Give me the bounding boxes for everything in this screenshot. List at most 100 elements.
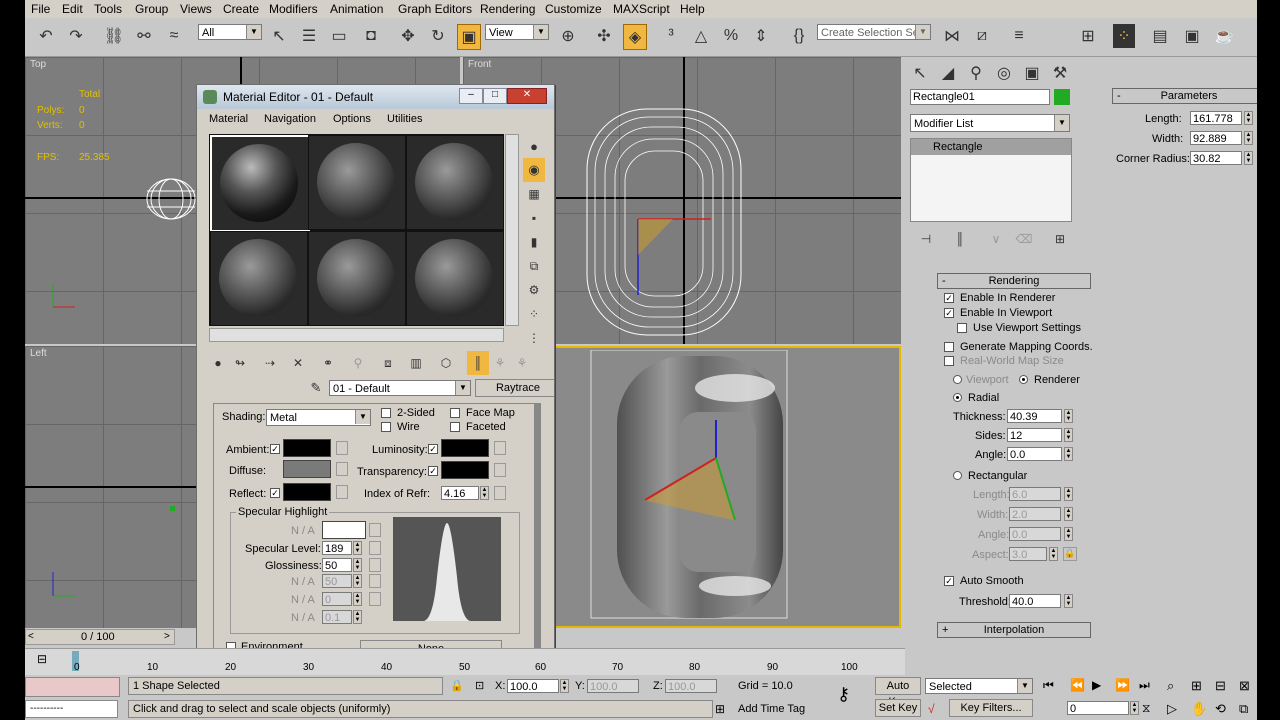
sample-slot-1[interactable] — [210, 135, 310, 232]
time-config-icon[interactable]: ⧖ — [1142, 701, 1150, 716]
snaps-toggle-icon[interactable]: ³ — [660, 24, 682, 48]
width-spinner[interactable]: 92.889 — [1190, 131, 1242, 145]
eyedropper-icon[interactable]: ✎ — [305, 376, 327, 400]
menu-navigation[interactable]: Navigation — [264, 113, 316, 125]
maxscript-listener-white[interactable]: ---------- — [25, 700, 118, 718]
menu-utilities[interactable]: Utilities — [387, 113, 422, 125]
layer-manager-icon[interactable]: ≡ — [1008, 24, 1030, 48]
play-icon[interactable]: ▶ — [1092, 678, 1101, 692]
angle-spinner-arrows[interactable]: ▲ ▼ — [1064, 447, 1073, 461]
transparency-map-button[interactable] — [494, 463, 506, 477]
window-crossing-icon[interactable]: ◘ — [360, 24, 382, 48]
x-coordinate-arrows[interactable]: ▲ ▼ — [560, 679, 569, 693]
menu-group[interactable]: Group — [135, 2, 168, 16]
thickness-spinner[interactable]: 40.39 — [1007, 409, 1062, 423]
faceted-checkbox[interactable] — [450, 422, 460, 432]
luminosity-checkbox[interactable]: ✓ — [428, 444, 438, 454]
menu-file[interactable]: File — [31, 2, 50, 16]
auto-smooth-checkbox[interactable]: ✓ — [944, 576, 954, 586]
aspect-lock-icon[interactable]: 🔒 — [1063, 547, 1077, 561]
manipulate-icon[interactable]: ✣ — [593, 24, 615, 48]
two-sided-checkbox[interactable] — [381, 408, 391, 418]
keyboard-shortcut-override-icon[interactable]: ◈ — [623, 24, 647, 50]
reflect-color-swatch[interactable] — [283, 483, 331, 501]
edit-named-selection-icon[interactable]: {} — [788, 24, 810, 48]
options-icon[interactable]: ⚙ — [523, 278, 545, 302]
zoom-extents-all-icon[interactable]: ⊠ — [1239, 678, 1250, 694]
reflect-checkbox[interactable]: ✓ — [270, 488, 280, 498]
glossiness-spinner[interactable]: 50 — [322, 558, 352, 572]
modifier-list-dropdown[interactable]: Modifier List ▼ — [910, 114, 1070, 132]
use-viewport-settings-checkbox[interactable] — [957, 323, 967, 333]
sample-uv-tiling-icon[interactable]: ▪ — [523, 206, 545, 230]
enable-in-viewport-checkbox[interactable]: ✓ — [944, 308, 954, 318]
hierarchy-tab-icon[interactable]: ⚲ — [965, 61, 987, 85]
mirror-icon[interactable]: ⋈ — [941, 24, 963, 48]
absolute-offset-icon[interactable]: ⊡ — [475, 679, 484, 692]
move-icon[interactable]: ✥ — [397, 24, 419, 48]
ambient-checkbox[interactable]: ✓ — [270, 444, 280, 454]
rect-angle-spinner-arrows[interactable]: ▲ ▼ — [1064, 527, 1073, 541]
pin-stack-icon[interactable]: ⊣ — [915, 227, 937, 251]
thickness-spinner-arrows[interactable]: ▲ ▼ — [1064, 409, 1073, 423]
reflect-map-button[interactable] — [336, 485, 348, 499]
ior-spinner-arrows[interactable]: ▲ ▼ — [480, 486, 489, 500]
threshold-spinner-arrows[interactable]: ▲ ▼ — [1064, 594, 1073, 608]
viewport-label[interactable]: Front — [468, 59, 491, 70]
transparency-checkbox[interactable]: ✓ — [428, 466, 438, 476]
specular-level-map-button[interactable] — [369, 541, 381, 555]
modifier-stack[interactable]: Rectangle — [910, 138, 1072, 222]
default-tangents-icon[interactable]: √ — [928, 702, 935, 716]
diffuse-color-swatch[interactable] — [283, 460, 331, 478]
na-spinner-3[interactable]: 0.1 — [322, 610, 352, 624]
corner-radius-spinner-arrows[interactable]: ▲ ▼ — [1244, 151, 1253, 165]
specular-color-map-button[interactable] — [369, 523, 381, 537]
menu-material[interactable]: Material — [209, 113, 248, 125]
width-spinner-arrows[interactable]: ▲ ▼ — [1244, 131, 1253, 145]
na-spinner-1-arrows[interactable]: ▲ ▼ — [353, 574, 362, 588]
redo-icon[interactable]: ↷ — [65, 24, 87, 48]
menu-animation[interactable]: Animation — [330, 2, 383, 16]
menu-create[interactable]: Create — [223, 2, 259, 16]
aspect-spinner[interactable]: 3.0 — [1009, 547, 1047, 561]
material-map-navigator-icon[interactable]: ⋮ — [523, 326, 545, 350]
radial-radio[interactable] — [953, 393, 962, 402]
time-slider[interactable]: < 0 / 100 > — [25, 629, 175, 645]
zoom-icon[interactable]: ⌕ — [1167, 678, 1174, 694]
motion-tab-icon[interactable]: ◎ — [993, 61, 1015, 85]
go-to-parent-icon[interactable]: ║ — [467, 351, 489, 375]
minimize-button[interactable]: – — [459, 88, 483, 104]
menu-tools[interactable]: Tools — [94, 2, 122, 16]
zoom-all-icon[interactable]: ⊞ — [1191, 678, 1202, 694]
parameters-rollout-header[interactable]: - Parameters — [1112, 88, 1257, 104]
remove-modifier-icon[interactable]: ⌫ — [1013, 227, 1035, 251]
track-bar[interactable]: ⊟ 0 10 20 30 40 50 60 — [25, 648, 555, 675]
auto-key-button[interactable]: Auto Key — [875, 677, 921, 708]
diffuse-map-button[interactable] — [336, 462, 348, 476]
rectangular-selection-icon[interactable]: ▭ — [328, 24, 350, 48]
z-coordinate-field[interactable]: 100.0 — [665, 679, 717, 693]
select-object-icon[interactable]: ↖ — [268, 24, 290, 48]
sample-slot-3[interactable] — [406, 135, 504, 230]
create-tab-icon[interactable]: ↖ — [909, 61, 931, 85]
sides-spinner-arrows[interactable]: ▲ ▼ — [1064, 428, 1073, 442]
ior-spinner[interactable]: 4.16 — [441, 486, 479, 500]
put-to-library-icon[interactable]: ⚲ — [347, 351, 369, 375]
menu-customize[interactable]: Customize — [545, 2, 602, 16]
material-type-button[interactable]: Raytrace — [475, 379, 554, 397]
get-material-icon[interactable]: ● — [207, 351, 229, 375]
next-frame-icon[interactable]: ⏩ — [1115, 678, 1130, 692]
orbit-icon[interactable]: ⟲ — [1215, 701, 1226, 717]
sides-spinner[interactable]: 12 — [1007, 428, 1062, 442]
pick-material-icon[interactable]: ⚘ — [511, 351, 533, 375]
object-name-field[interactable]: Rectangle01 — [910, 89, 1050, 105]
angle-spinner[interactable]: 0.0 — [1007, 447, 1062, 461]
rect-width-spinner-arrows[interactable]: ▲ ▼ — [1064, 507, 1073, 521]
sample-slot-5[interactable] — [308, 231, 406, 326]
configure-modifier-sets-icon[interactable]: ⊞ — [1049, 227, 1071, 251]
transparency-color-swatch[interactable] — [441, 461, 489, 479]
rendered-frame-window-icon[interactable]: ▣ — [1181, 24, 1203, 48]
material-editor-titlebar[interactable]: Material Editor - 01 - Default – □ ✕ — [197, 85, 554, 109]
aspect-spinner-arrows[interactable]: ▲ ▼ — [1049, 547, 1058, 561]
y-coordinate-field[interactable]: 100.0 — [587, 679, 639, 693]
